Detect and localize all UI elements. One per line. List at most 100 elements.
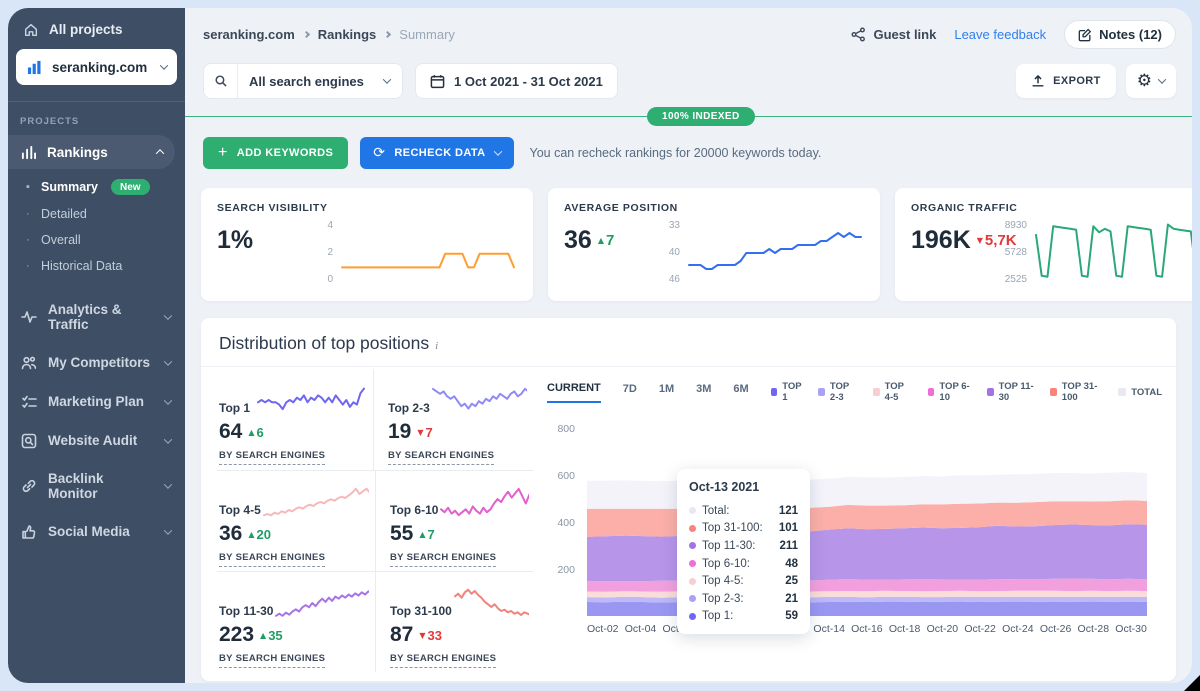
by-search-engines-link[interactable]: BY SEARCH ENGINES [219,653,325,668]
cell-value: 64 [219,420,242,444]
legend-swatch [987,388,994,396]
sidebar-item-my-competitors[interactable]: My Competitors [8,345,185,380]
legend-top4-5[interactable]: TOP 4-5 [873,381,914,403]
card-axis: 334046 [652,218,686,289]
cell-delta: ▼7 [417,425,432,440]
tab-current[interactable]: CURRENT [547,382,601,403]
main-content: seranking.com Rankings Summary Guest lin… [185,8,1192,683]
notes-label: Notes (12) [1099,27,1162,42]
export-button[interactable]: EXPORT [1016,64,1116,98]
tooltip-row: Top 4-5:25 [689,572,798,590]
cell-delta: ▲7 [419,527,434,542]
tab-3m[interactable]: 3M [696,383,711,402]
sidebar-item-summary[interactable]: ▪ Summary New [8,169,185,201]
tooltip-row: Top 31-100:101 [689,520,798,538]
by-search-engines-link[interactable]: BY SEARCH ENGINES [219,552,325,567]
chart-plot-area[interactable] [587,411,1147,616]
tab-7d[interactable]: 7D [623,383,637,402]
top1-cell: Top 1 64 ▲6 BY SEARCH ENGINES [217,369,373,470]
projects-section-label: PROJECTS [8,102,185,135]
chart-x-axis: Oct-02Oct-04 Oct-06Oct-08 Oct-10Oct-12 O… [587,623,1147,635]
by-search-engines-link[interactable]: BY SEARCH ENGINES [219,450,325,465]
by-search-engines-link[interactable]: BY SEARCH ENGINES [390,552,496,567]
date-range-picker[interactable]: 1 Oct 2021 - 31 Oct 2021 [415,63,618,99]
series-dot [689,542,696,549]
project-chart-icon [26,59,43,76]
tooltip-row: Top 2-3:21 [689,590,798,608]
chevron-down-icon [164,435,172,443]
leave-feedback-link[interactable]: Leave feedback [954,27,1046,42]
stat-cards-row: SEARCH VISIBILITY 1% 420 AVERAGE POSITIO… [185,169,1192,301]
legend-top1[interactable]: TOP 1 [771,381,805,403]
by-search-engines-link[interactable]: BY SEARCH ENGINES [390,653,496,668]
search-engines-select[interactable]: All search engines [203,63,403,99]
social-media-label: Social Media [48,524,130,539]
sidebar-item-social-media[interactable]: Social Media [8,514,185,549]
project-selector[interactable]: seranking.com [16,49,177,85]
series-dot [689,613,696,620]
legend-top6-10[interactable]: TOP 6-10 [928,381,973,403]
add-keywords-button[interactable]: + ADD KEYWORDS [203,137,348,169]
tab-1m[interactable]: 1M [659,383,674,402]
recheck-data-label: RECHECK DATA [394,147,485,159]
legend-top11-30[interactable]: TOP 11-30 [987,381,1036,403]
tab-6m[interactable]: 6M [733,383,748,402]
website-audit-label: Website Audit [48,433,137,448]
bullet-icon: ▪ [26,181,32,193]
search-icon [204,64,238,98]
chart-tooltip: Oct-13 2021 Total:121 Top 31-100:101 Top… [677,469,810,634]
note-edit-icon [1078,28,1092,42]
all-projects-link[interactable]: All projects [8,8,185,47]
sidebar-item-rankings[interactable]: Rankings [8,135,175,169]
breadcrumb-project[interactable]: seranking.com [203,27,295,42]
chevron-up-icon [156,149,164,157]
recheck-data-button[interactable]: ⟳ RECHECK DATA [360,137,513,169]
topbar-actions: Guest link Leave feedback Notes (12) [851,20,1176,49]
chevron-down-icon [164,526,172,534]
card-delta: ▲7 [598,232,615,249]
export-label: EXPORT [1053,75,1101,87]
by-search-engines-link[interactable]: BY SEARCH ENGINES [388,450,494,465]
legend-swatch [873,388,880,396]
legend-top31-100[interactable]: TOP 31-100 [1050,381,1104,403]
cell-value: 36 [219,522,242,546]
legend-swatch [818,388,825,396]
cell-label: Top 4-5 [219,503,261,521]
guest-link-button[interactable]: Guest link [851,27,936,42]
toolbar-right: EXPORT ⚙ [1016,64,1176,98]
cell-delta: ▲35 [260,628,283,643]
top4-5-cell: Top 4-5 36 ▲20 BY SEARCH ENGINES [217,471,375,571]
date-range-value: 1 Oct 2021 - 31 Oct 2021 [454,74,603,89]
chevron-down-icon [164,357,172,365]
chevron-down-icon [160,61,168,69]
info-icon[interactable]: i [435,340,438,352]
cell-value: 19 [388,420,411,444]
checklist-icon [20,393,37,410]
card-axis: 893057282525 [999,218,1033,289]
project-name: seranking.com [52,60,147,75]
breadcrumb-rankings[interactable]: Rankings [318,27,377,42]
cell-label: Top 2-3 [388,401,430,419]
tooltip-row: Top 11-30:211 [689,537,798,555]
stats-row: Top 11-30 223 ▲35 BY SEARCH ENGINES Top … [217,571,533,672]
tooltip-row: Top 1:59 [689,608,798,626]
sidebar-item-marketing-plan[interactable]: Marketing Plan [8,384,185,419]
legend-top2-3[interactable]: TOP 2-3 [818,381,859,403]
sidebar-item-overall[interactable]: · Overall [8,227,185,253]
top1-sparkline [255,381,367,419]
people-icon [20,354,37,371]
link-icon [20,478,37,495]
sidebar-item-analytics-traffic[interactable]: Analytics & Traffic [8,293,185,341]
summary-label: Summary [41,180,98,194]
all-projects-label: All projects [49,22,123,37]
sidebar-item-detailed[interactable]: · Detailed [8,201,185,227]
card-title: ORGANIC TRAFFIC [911,202,1192,214]
filters-toolbar: All search engines 1 Oct 2021 - 31 Oct 2… [185,55,1192,99]
sidebar-item-website-audit[interactable]: Website Audit [8,423,185,458]
sidebar-item-historical-data[interactable]: · Historical Data [8,253,185,279]
legend-total[interactable]: TOTAL [1118,387,1162,398]
settings-button[interactable]: ⚙ [1126,64,1176,98]
sidebar-item-backlink-monitor[interactable]: Backlink Monitor [8,462,185,510]
notes-button[interactable]: Notes (12) [1064,20,1176,49]
home-icon [22,21,39,38]
